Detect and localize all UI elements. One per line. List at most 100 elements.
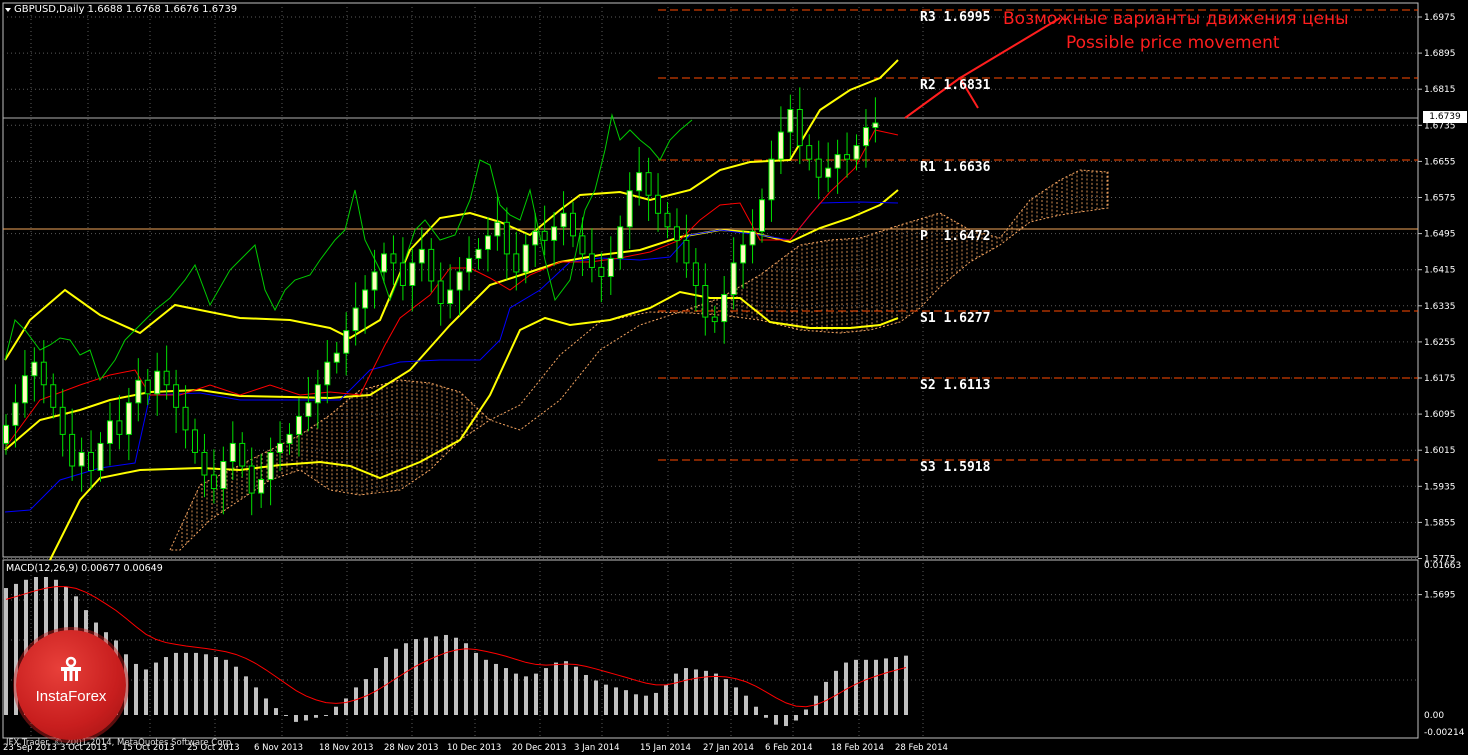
candle-bull	[551, 226, 558, 241]
macd-histogram-bar	[424, 637, 428, 715]
ichimoku-kijun	[4, 201, 899, 513]
candle-bull	[229, 442, 236, 462]
candle-bull	[484, 235, 491, 250]
candle-bear	[173, 384, 180, 408]
candle-bear	[182, 406, 189, 431]
candle-bull	[636, 172, 643, 192]
candle-bear	[40, 361, 47, 386]
date-tick-label: 15 Jan 2014	[640, 743, 691, 753]
candle-bear	[844, 154, 851, 160]
candle-bull	[872, 122, 879, 129]
candle-bear	[437, 280, 444, 305]
date-tick-label: 18 Nov 2013	[319, 743, 373, 753]
macd-histogram-bar	[524, 676, 528, 715]
candle-bull	[314, 384, 321, 404]
candle-bull	[853, 145, 860, 160]
candle-bull	[295, 415, 302, 435]
instaforex-logo: InstaForex	[16, 630, 126, 740]
forecast-arrow-up	[904, 17, 1061, 119]
macd-histogram-bar	[224, 659, 228, 715]
candle-bear	[239, 442, 246, 467]
macd-histogram-bar	[664, 684, 668, 715]
candle-bull	[305, 402, 312, 417]
candle-bull	[267, 451, 274, 481]
macd-histogram-bar	[304, 715, 308, 721]
macd-histogram-bar	[394, 648, 398, 715]
pivot-label-r1: R1 1.6636	[920, 160, 991, 175]
macd-histogram-bar	[254, 687, 258, 715]
macd-histogram-bar	[614, 687, 618, 715]
date-tick-label: 18 Feb 2014	[831, 743, 884, 753]
macd-histogram-bar	[904, 655, 908, 715]
chart-menu-arrow-icon[interactable]	[5, 8, 11, 12]
candle-bull	[522, 244, 529, 273]
candle-bear	[598, 266, 605, 277]
candle-bear	[69, 433, 76, 467]
candle-bear	[428, 248, 435, 282]
candle-bull	[362, 289, 369, 309]
macd-histogram-bar	[654, 692, 658, 715]
macd-histogram-bar	[274, 708, 278, 715]
candle-bear	[692, 262, 699, 286]
macd-histogram-bar	[694, 669, 698, 715]
macd-histogram-bar	[344, 698, 348, 715]
candle-bear	[116, 420, 123, 435]
macd-histogram-bar	[284, 715, 288, 716]
date-tick-label: 6 Feb 2014	[765, 743, 813, 753]
macd-histogram-bar	[724, 679, 728, 715]
candle-bear	[702, 284, 709, 318]
price-tick-label: 1.6575	[1424, 194, 1456, 204]
macd-histogram-bar	[874, 659, 878, 715]
price-tick-label: 1.5935	[1424, 482, 1456, 492]
macd-histogram-bar	[434, 636, 438, 715]
candle-bull	[607, 257, 614, 277]
macd-histogram-bar	[164, 657, 168, 715]
pivot-label-s2: S2 1.6113	[920, 378, 991, 393]
annotation-english: Possible price movement	[1066, 33, 1280, 53]
candle-bear	[50, 384, 57, 408]
macd-histogram-bar	[594, 680, 598, 715]
macd-histogram-bar	[564, 661, 568, 715]
candle-bull	[456, 271, 463, 291]
candle-bear	[88, 451, 95, 472]
macd-histogram-bar	[184, 652, 188, 715]
macd-histogram-bar	[804, 709, 808, 715]
macd-histogram-bar	[474, 652, 478, 715]
candle-bull	[418, 248, 425, 264]
macd-histogram-bar	[244, 676, 248, 715]
macd-histogram-bar	[444, 634, 448, 715]
price-tick-label: 1.6815	[1424, 85, 1456, 95]
macd-histogram-bar	[604, 684, 608, 715]
candle-bear	[645, 172, 652, 196]
macd-scale-label: 0.01663	[1424, 561, 1461, 571]
candle-bear	[588, 253, 595, 268]
macd-histogram-bar	[234, 666, 238, 715]
macd-histogram-bar	[504, 668, 508, 715]
macd-histogram-bar	[494, 663, 498, 715]
macd-histogram-bar	[554, 662, 558, 715]
logo-text: InstaForex	[35, 688, 107, 705]
candle-bull	[825, 167, 832, 178]
candle-bear	[210, 474, 217, 490]
candle-bull	[381, 253, 387, 273]
candle-bull	[343, 330, 350, 354]
candle-bear	[673, 226, 680, 241]
macd-scale-label: -0.00214	[1424, 728, 1465, 738]
macd-histogram-bar	[154, 662, 158, 715]
candle-bull	[97, 442, 104, 472]
macd-histogram-bar	[714, 673, 718, 715]
candle-bull	[447, 289, 454, 305]
candle-bull	[475, 248, 482, 259]
price-tick-label: 1.6335	[1424, 302, 1456, 312]
candle-bear	[579, 235, 586, 255]
macd-histogram-bar	[764, 715, 768, 718]
macd-histogram-bar	[414, 639, 418, 715]
candle-bear	[655, 194, 662, 214]
macd-histogram-bar	[454, 637, 458, 715]
candle-bear	[192, 429, 198, 453]
candle-bull	[409, 262, 416, 286]
price-tick-label: 1.6175	[1424, 374, 1456, 384]
macd-histogram-bar	[684, 668, 688, 715]
macd-histogram-bar	[214, 657, 218, 715]
price-tick-label: 1.6495	[1424, 230, 1456, 240]
